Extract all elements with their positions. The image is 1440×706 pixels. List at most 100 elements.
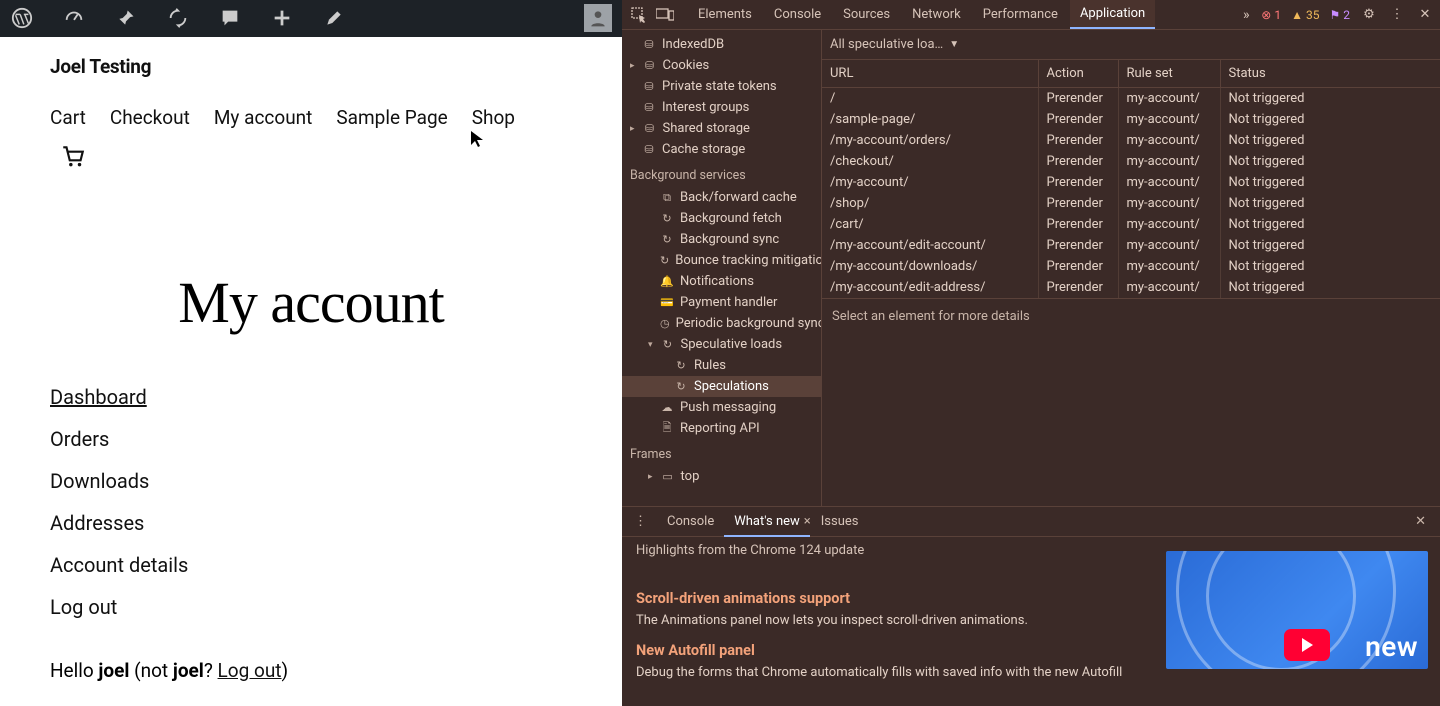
edit-icon[interactable]: [322, 6, 346, 30]
wp-logo-icon[interactable]: [10, 6, 34, 30]
greeting-q: ?: [204, 659, 218, 682]
dashboard-icon[interactable]: [62, 6, 86, 30]
more-tabs-icon[interactable]: »: [1235, 4, 1257, 26]
tree-item[interactable]: ⛁Cache storage: [622, 139, 821, 160]
table-row[interactable]: /checkout/Prerendermy-account/Not trigge…: [822, 151, 1440, 172]
settings-icon[interactable]: ⚙: [1360, 7, 1378, 22]
tree-item[interactable]: ↻Background sync: [622, 229, 821, 250]
table-row[interactable]: /my-account/downloads/Prerendermy-accoun…: [822, 256, 1440, 277]
account-dashboard-text: Hello joel (not joel? Log out) From your…: [50, 658, 572, 706]
kebab-menu-icon[interactable]: ⋮: [1388, 7, 1406, 22]
table-header[interactable]: Status: [1220, 60, 1440, 88]
tree-item[interactable]: ⛁Cookies: [622, 55, 821, 76]
page-title: My account: [50, 269, 572, 336]
tree-item[interactable]: 🔔Notifications: [622, 271, 821, 292]
account-nav-link[interactable]: Orders: [50, 427, 109, 451]
table-header[interactable]: URL: [822, 60, 1038, 88]
site-title[interactable]: Joel Testing: [50, 55, 151, 78]
tree-item[interactable]: ⛁Interest groups: [622, 97, 821, 118]
pin-icon[interactable]: [114, 6, 138, 30]
tree-item[interactable]: ⛁Private state tokens: [622, 76, 821, 97]
user-avatar[interactable]: [584, 4, 612, 32]
table-row[interactable]: /shop/Prerendermy-account/Not triggered: [822, 193, 1440, 214]
devtools-tab[interactable]: Application: [1070, 0, 1155, 29]
tree-item[interactable]: ⛁IndexedDB: [622, 34, 821, 55]
account-nav-item[interactable]: Account details: [50, 544, 572, 586]
error-count[interactable]: ⊗ 1: [1261, 8, 1281, 22]
tree-item[interactable]: ↻Bounce tracking mitigation: [622, 250, 821, 271]
tree-item[interactable]: ⧉Back/forward cache: [622, 187, 821, 208]
filter-dropdown[interactable]: All speculative loa…: [830, 37, 943, 52]
account-nav-item[interactable]: Dashboard: [50, 376, 572, 418]
table-row[interactable]: /Prerendermy-account/Not triggered: [822, 88, 1440, 110]
whats-new-video-thumb[interactable]: new: [1166, 551, 1428, 669]
table-cell: Prerender: [1038, 172, 1118, 193]
devtools-tab[interactable]: Sources: [833, 1, 900, 28]
tree-item[interactable]: ↻Speculations: [622, 376, 821, 397]
account-nav-link[interactable]: Dashboard: [50, 385, 147, 409]
add-new-icon[interactable]: [270, 6, 294, 30]
account-nav-item[interactable]: Addresses: [50, 502, 572, 544]
nav-link[interactable]: My account: [214, 106, 313, 129]
greeting-hello: Hello: [50, 659, 98, 682]
nav-link[interactable]: Checkout: [110, 106, 190, 129]
tree-item[interactable]: 💳Payment handler: [622, 292, 821, 313]
account-nav-link[interactable]: Log out: [50, 595, 117, 619]
drawer-tab[interactable]: What's new: [724, 508, 810, 537]
table-header[interactable]: Action: [1038, 60, 1118, 88]
account-nav-item[interactable]: Log out: [50, 586, 572, 628]
tree-item-label: Cache storage: [662, 142, 745, 157]
table-cell: Not triggered: [1220, 130, 1440, 151]
account-nav-link[interactable]: Account details: [50, 553, 188, 577]
table-row[interactable]: /my-account/orders/Prerendermy-account/N…: [822, 130, 1440, 151]
refresh-icon[interactable]: [166, 6, 190, 30]
devtools-tab[interactable]: Performance: [973, 1, 1068, 28]
table-header[interactable]: Rule set: [1118, 60, 1220, 88]
account-nav-link[interactable]: Addresses: [50, 511, 144, 535]
nav-link[interactable]: Sample Page: [336, 106, 447, 129]
issue-count-value: 2: [1343, 8, 1350, 22]
table-row[interactable]: /my-account/Prerendermy-account/Not trig…: [822, 172, 1440, 193]
table-cell: Not triggered: [1220, 151, 1440, 172]
devtools-tab[interactable]: Network: [902, 1, 971, 28]
issue-count[interactable]: ⚑ 2: [1329, 8, 1350, 22]
greeting-user: joel: [98, 659, 129, 682]
close-devtools-icon[interactable]: ✕: [1416, 7, 1434, 22]
tree-item[interactable]: 🗎Reporting API: [622, 418, 821, 439]
wp-admin-bar: [0, 0, 622, 37]
table-row[interactable]: /my-account/edit-account/Prerendermy-acc…: [822, 235, 1440, 256]
account-nav-item[interactable]: Downloads: [50, 460, 572, 502]
tree-item[interactable]: ◷Periodic background sync: [622, 313, 821, 334]
table-row[interactable]: /my-account/edit-address/Prerendermy-acc…: [822, 277, 1440, 298]
table-row[interactable]: /cart/Prerendermy-account/Not triggered: [822, 214, 1440, 235]
tree-item[interactable]: ↻Rules: [622, 355, 821, 376]
device-toolbar-icon[interactable]: [654, 4, 676, 26]
logout-link[interactable]: Log out: [218, 659, 282, 682]
drawer-menu-icon[interactable]: ⋮: [628, 514, 653, 529]
close-tab-icon[interactable]: ×: [804, 514, 811, 529]
cart-icon[interactable]: [60, 143, 572, 169]
tree-item[interactable]: ☁Push messaging: [622, 397, 821, 418]
tree-item-label: top: [681, 469, 700, 484]
account-nav-link[interactable]: Downloads: [50, 469, 149, 493]
tree-item[interactable]: ⛁Shared storage: [622, 118, 821, 139]
nav-link[interactable]: Shop: [472, 106, 515, 129]
bell-icon: 🔔: [660, 275, 674, 289]
drawer-tab[interactable]: Issues: [811, 508, 869, 535]
tree-item[interactable]: ▭top: [622, 466, 821, 487]
table-cell: /: [822, 88, 1038, 110]
close-drawer-icon[interactable]: ✕: [1407, 514, 1434, 529]
devtools-tab[interactable]: Elements: [688, 1, 762, 28]
tree-item[interactable]: ↻Speculative loads: [622, 334, 821, 355]
warning-count[interactable]: ▲ 35: [1291, 8, 1319, 22]
table-row[interactable]: /sample-page/Prerendermy-account/Not tri…: [822, 109, 1440, 130]
inspect-element-icon[interactable]: [628, 4, 650, 26]
play-icon: [1284, 629, 1330, 661]
devtools-tab[interactable]: Console: [764, 1, 831, 28]
tree-item[interactable]: ↻Background fetch: [622, 208, 821, 229]
account-nav-item[interactable]: Orders: [50, 418, 572, 460]
nav-link[interactable]: Cart: [50, 106, 86, 129]
dropdown-caret-icon[interactable]: ▼: [949, 39, 959, 50]
drawer-tab[interactable]: Console: [657, 508, 724, 535]
comment-icon[interactable]: [218, 6, 242, 30]
